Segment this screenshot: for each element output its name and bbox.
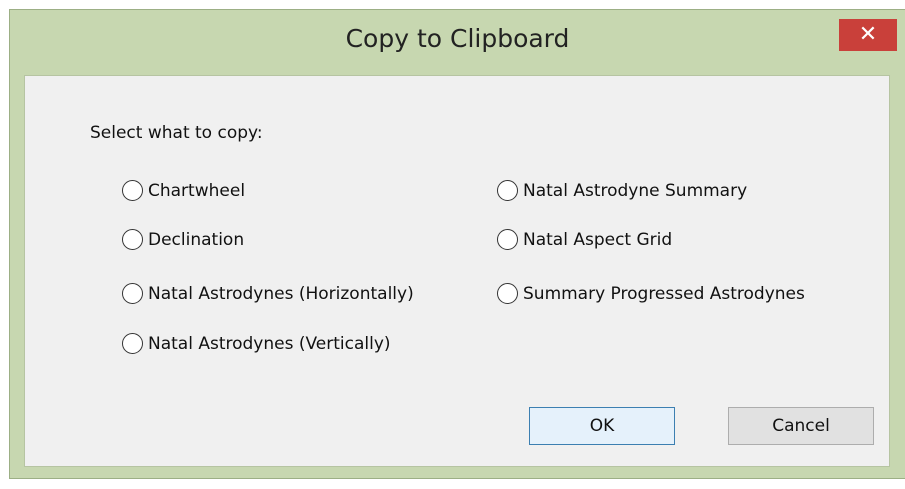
cancel-button[interactable]: Cancel [728, 407, 874, 445]
option-label: Natal Aspect Grid [523, 229, 673, 250]
option-natal-astrodynes-vertically[interactable]: Natal Astrodynes (Vertically) [122, 333, 391, 354]
select-prompt-label: Select what to copy: [90, 123, 263, 143]
radio-icon[interactable] [122, 180, 143, 201]
radio-icon[interactable] [122, 333, 143, 354]
radio-icon[interactable] [497, 229, 518, 250]
option-summary-progressed-astrodynes[interactable]: Summary Progressed Astrodynes [497, 283, 805, 304]
copy-to-clipboard-dialog: Copy to Clipboard ✕ Select what to copy:… [0, 0, 905, 489]
option-label: Chartwheel [148, 180, 246, 201]
radio-icon[interactable] [122, 283, 143, 304]
option-label: Natal Astrodyne Summary [523, 180, 748, 201]
option-label: Natal Astrodynes (Vertically) [148, 333, 391, 354]
option-natal-aspect-grid[interactable]: Natal Aspect Grid [497, 229, 672, 250]
option-label: Natal Astrodynes (Horizontally) [148, 283, 414, 304]
title-bar[interactable]: Copy to Clipboard ✕ [9, 9, 905, 73]
option-natal-astrodynes-horizontally[interactable]: Natal Astrodynes (Horizontally) [122, 283, 414, 304]
option-label: Declination [148, 229, 245, 250]
radio-icon[interactable] [497, 180, 518, 201]
dialog-content: Select what to copy: Chartwheel Declinat… [24, 75, 890, 467]
option-label: Summary Progressed Astrodynes [523, 283, 805, 304]
dialog-title: Copy to Clipboard [345, 24, 570, 53]
ok-button[interactable]: OK [529, 407, 675, 445]
close-icon: ✕ [858, 22, 878, 47]
option-declination[interactable]: Declination [122, 229, 244, 250]
radio-icon[interactable] [122, 229, 143, 250]
option-natal-astrodyne-summary[interactable]: Natal Astrodyne Summary [497, 180, 747, 201]
option-chartwheel[interactable]: Chartwheel [122, 180, 245, 201]
radio-icon[interactable] [497, 283, 518, 304]
close-button[interactable]: ✕ [839, 19, 897, 51]
